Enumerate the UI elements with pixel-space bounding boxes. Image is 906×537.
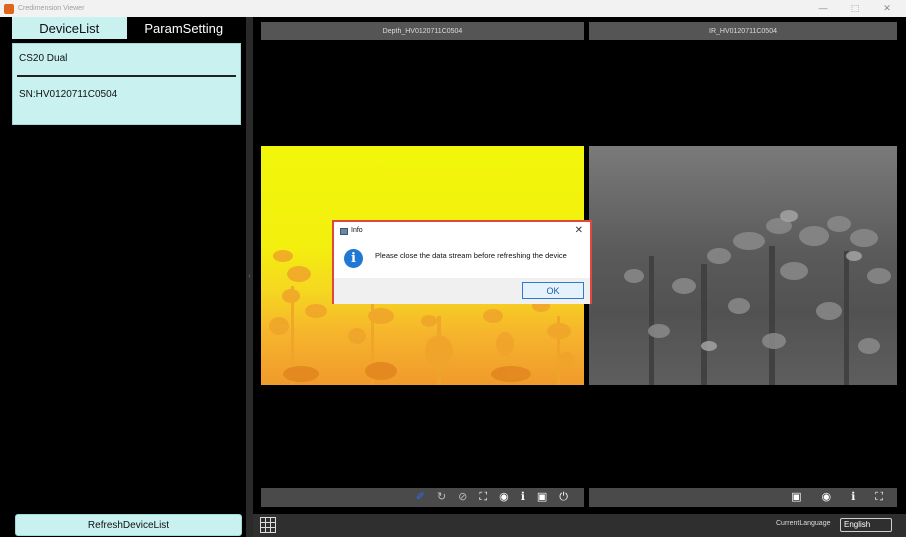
record-icon[interactable]: ◉ (822, 492, 832, 503)
info-dialog: Info ✕ i Please close the data stream be… (332, 220, 592, 304)
record-icon[interactable]: ◉ (499, 492, 509, 503)
dialog-app-icon (340, 228, 348, 235)
dialog-footer: OK (334, 278, 590, 304)
app-logo-icon (4, 3, 14, 14)
info-icon[interactable]: ℹ (851, 492, 855, 503)
information-icon: i (344, 249, 363, 268)
device-name: CS20 Dual (19, 53, 68, 64)
info-icon[interactable]: ℹ (521, 492, 525, 503)
fullscreen-icon[interactable]: ⛶ (875, 492, 883, 503)
ir-view-title: IR_HV0120711C0504 (589, 22, 897, 40)
save-icon[interactable]: ▣ (537, 492, 547, 503)
dialog-close-button[interactable]: ✕ (575, 225, 583, 236)
tab-device-list[interactable]: DeviceList (12, 17, 127, 39)
hide-icon[interactable]: ⊘ (458, 492, 467, 503)
depth-view-title: Depth_HV0120711C0504 (261, 22, 584, 40)
tab-param-setting[interactable]: ParamSetting (126, 17, 241, 39)
device-list-item[interactable]: CS20 Dual SN:HV0120711C0504 (12, 43, 241, 125)
dialog-title: Info (351, 227, 363, 234)
collapse-arrow-icon[interactable]: ‹ (246, 273, 253, 280)
current-language-label: CurrentLanguage (776, 520, 831, 527)
maximize-button[interactable]: ⬚ (848, 3, 862, 14)
fullscreen-icon[interactable]: ⛶ (479, 492, 487, 503)
window-title: Credimension Viewer (18, 5, 85, 12)
title-bar: Credimension Viewer — ⬚ ✕ (0, 0, 906, 17)
dialog-message: Please close the data stream before refr… (375, 251, 567, 260)
left-panel: DeviceList ParamSetting CS20 Dual SN:HV0… (0, 17, 250, 537)
language-select[interactable]: English (840, 518, 892, 532)
dialog-title-bar: Info ✕ (334, 222, 590, 242)
save-icon[interactable]: ▣ (791, 492, 801, 503)
sync-icon[interactable]: ↻ (437, 492, 446, 503)
ir-image (589, 146, 897, 385)
ir-toolbar: ▣ ◉ ℹ ⛶ (589, 488, 897, 507)
dialog-body: i Please close the data stream before re… (334, 242, 590, 278)
refresh-device-list-button[interactable]: RefreshDeviceList (15, 514, 242, 536)
window-controls: — ⬚ ✕ (816, 3, 906, 14)
grid-layout-icon[interactable] (260, 517, 276, 533)
close-window-button[interactable]: ✕ (880, 3, 894, 14)
ok-button[interactable]: OK (522, 282, 584, 299)
device-divider (17, 75, 236, 77)
depth-toolbar: ✐ ↻ ⊘ ⛶ ◉ ℹ ▣ ⏻ (261, 488, 584, 507)
device-serial: SN:HV0120711C0504 (19, 89, 118, 100)
minimize-button[interactable]: — (816, 3, 830, 14)
left-tabs: DeviceList ParamSetting (12, 17, 241, 39)
status-bar: CurrentLanguage English (253, 514, 906, 537)
ir-plant-shapes (624, 210, 891, 385)
pointer-icon[interactable]: ✐ (416, 492, 425, 503)
panel-splitter[interactable]: ‹ (246, 17, 253, 537)
power-icon[interactable]: ⏻ (559, 492, 568, 503)
